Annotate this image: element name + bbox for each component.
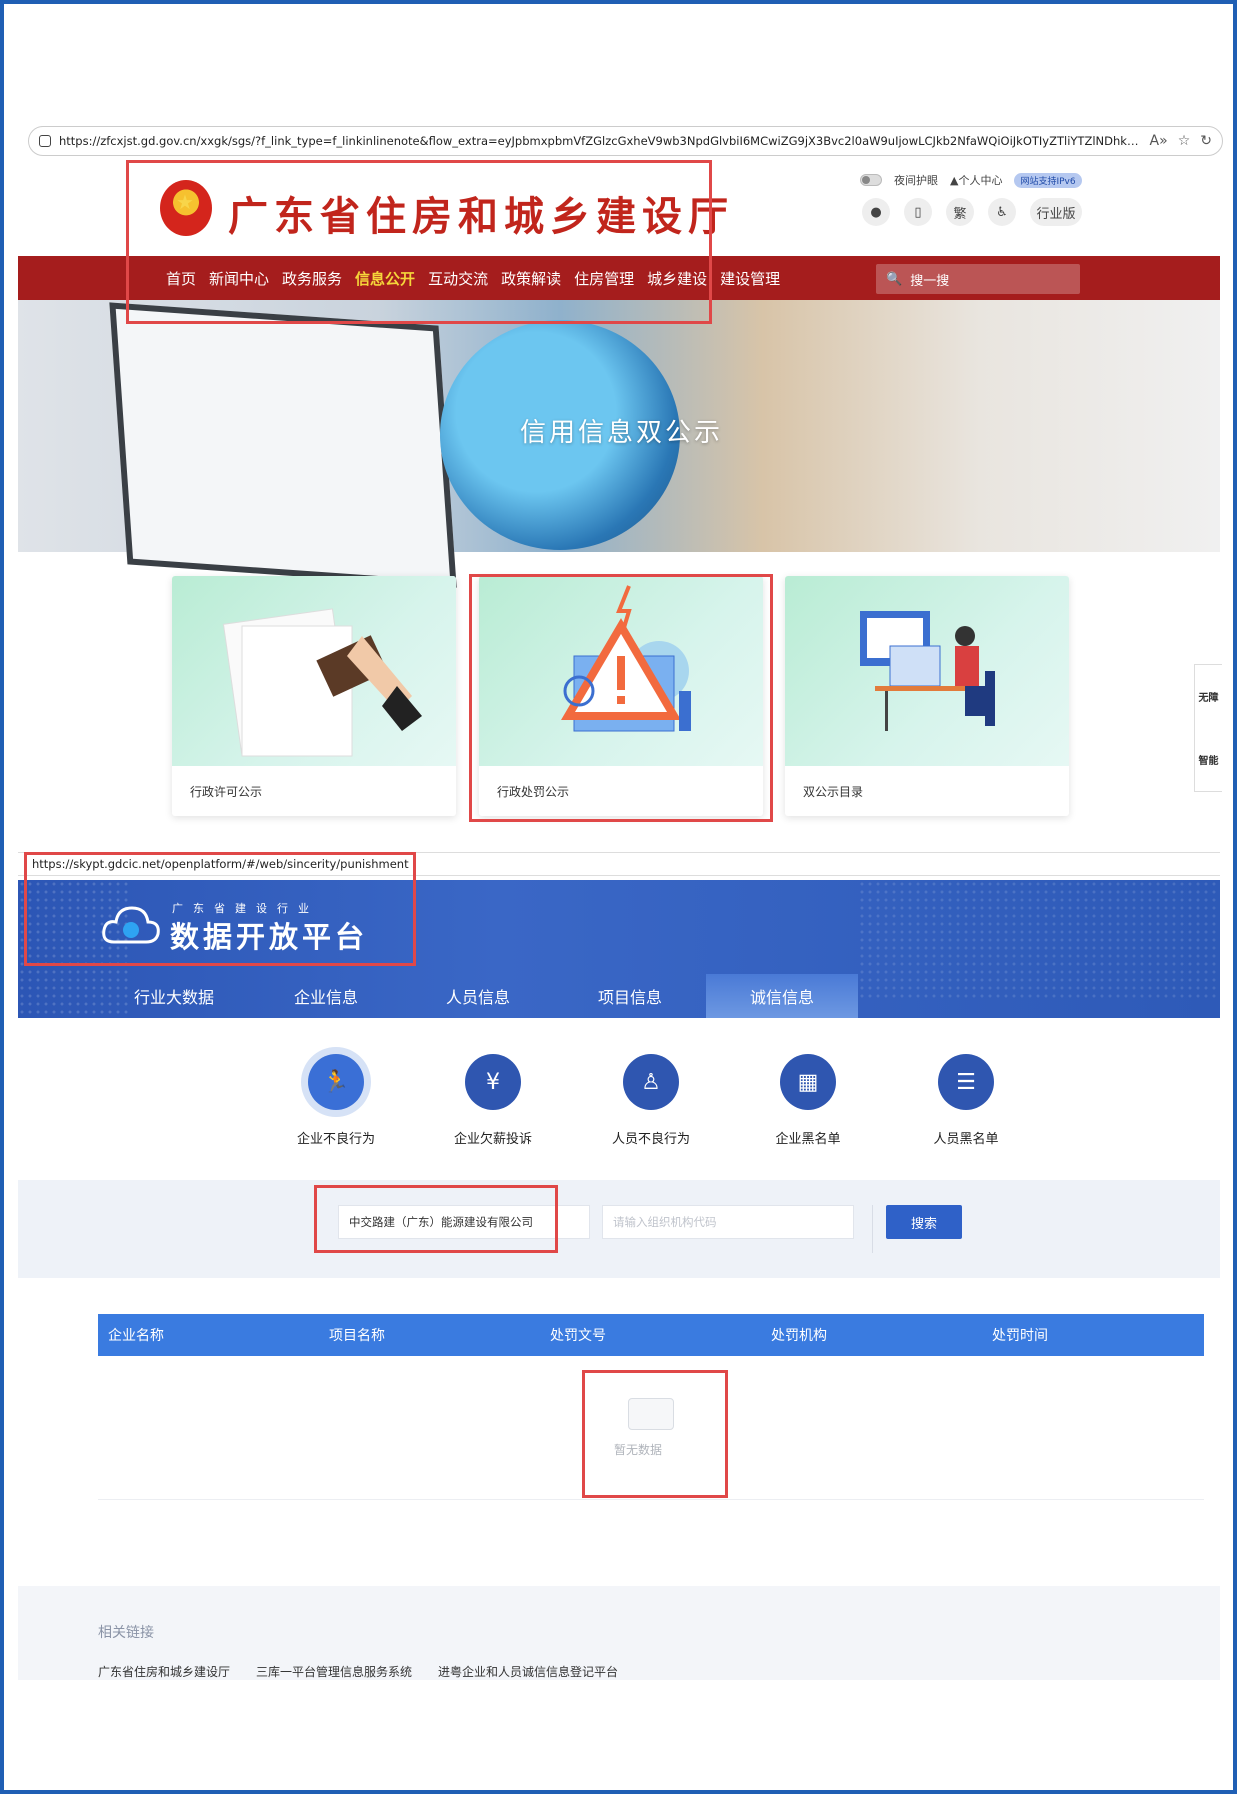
national-emblem-logo xyxy=(160,180,212,236)
table-bottom-divider xyxy=(98,1499,1204,1500)
gov-utility-buttons: ● ▯ 繁 ♿ 行业版 xyxy=(862,198,1082,226)
card-admin-license[interactable]: 行政许可公示 xyxy=(172,576,456,816)
tab-project-info[interactable]: 项目信息 xyxy=(554,974,706,1018)
platform-title: 数据开放平台 xyxy=(170,920,369,954)
url-text-1: https://zfcxjst.gd.gov.cn/xxgk/sgs/?f_li… xyxy=(59,134,1140,148)
address-bar-2[interactable]: https://skypt.gdcic.net/openplatform/#/w… xyxy=(18,852,1220,876)
ipv6-badge: 网站支持IPv6 xyxy=(1014,172,1082,188)
nav-news[interactable]: 新闻中心 xyxy=(209,268,269,289)
nav-construction[interactable]: 建设管理 xyxy=(720,268,780,289)
nav-services[interactable]: 政务服务 xyxy=(282,268,342,289)
refresh-icon[interactable]: ↻ xyxy=(1200,133,1212,149)
nav-urban-rural[interactable]: 城乡建设 xyxy=(647,268,707,289)
building-block-icon: ▦ xyxy=(780,1054,836,1110)
empty-inbox-icon xyxy=(628,1398,674,1430)
footer-links: 广东省住房和城乡建设厅 三库一平台管理信息服务系统 进粤企业和人员诚信信息登记平… xyxy=(98,1663,618,1680)
tab-industry-data[interactable]: 行业大数据 xyxy=(98,974,250,1018)
traditional-chinese-button[interactable]: 繁 xyxy=(946,198,974,226)
floating-side-toolbar: 无障 智能 xyxy=(1194,664,1222,792)
company-name-input[interactable]: 中交路建（广东）能源建设有限公司 xyxy=(338,1205,590,1239)
card-admin-penalty[interactable]: 行政处罚公示 xyxy=(479,576,763,816)
category-label: 企业不良行为 xyxy=(296,1132,375,1147)
col-company-name: 企业名称 xyxy=(108,1328,164,1344)
nav-interaction[interactable]: 互动交流 xyxy=(428,268,488,289)
category-label: 人员不良行为 xyxy=(611,1132,690,1147)
col-project-name: 项目名称 xyxy=(329,1328,385,1344)
accessibility-icon[interactable]: ♿ xyxy=(988,198,1016,226)
gov-search-input[interactable]: 🔍 搜一搜 xyxy=(876,264,1080,294)
org-code-input[interactable]: 请输入组织机构代码 xyxy=(602,1205,854,1239)
catalog-desk-illustration xyxy=(785,576,1069,766)
category-label: 企业黑名单 xyxy=(775,1132,841,1147)
penalty-warning-illustration xyxy=(479,576,763,766)
category-personnel-misconduct[interactable]: ♙ 人员不良行为 xyxy=(591,1054,711,1147)
industry-version-button[interactable]: 行业版 xyxy=(1030,198,1082,226)
url-text-2: https://skypt.gdcic.net/openplatform/#/w… xyxy=(32,857,409,871)
wechat-icon[interactable]: ● xyxy=(862,198,890,226)
night-mode-toggle[interactable] xyxy=(860,174,882,186)
empty-state-text: 暂无数据 xyxy=(614,1443,663,1457)
search-divider xyxy=(872,1205,873,1253)
read-aloud-icon[interactable]: A» xyxy=(1150,133,1168,149)
category-enterprise-blacklist[interactable]: ▦ 企业黑名单 xyxy=(748,1054,868,1147)
search-icon: 🔍 xyxy=(886,271,903,287)
mobile-icon[interactable]: ▯ xyxy=(904,198,932,226)
license-stamp-illustration xyxy=(172,576,456,766)
category-personnel-blacklist[interactable]: ☰ 人员黑名单 xyxy=(906,1054,1026,1147)
card-label: 双公示目录 xyxy=(803,784,864,799)
nav-home[interactable]: 首页 xyxy=(166,268,196,289)
card-double-catalog[interactable]: 双公示目录 xyxy=(785,576,1069,816)
person-block-icon: ♙ xyxy=(623,1054,679,1110)
night-mode-label[interactable]: 夜间护眼 xyxy=(894,172,938,188)
platform-nav: 行业大数据 企业信息 人员信息 项目信息 诚信信息 xyxy=(98,974,858,1018)
footer-link-housing-dept[interactable]: 广东省住房和城乡建设厅 xyxy=(98,1663,230,1680)
category-label: 企业欠薪投诉 xyxy=(453,1132,532,1147)
nav-info-disclosure[interactable]: 信息公开 xyxy=(355,268,415,289)
money-bag-icon: ¥ xyxy=(465,1054,521,1110)
gov-utility-bar: 夜间护眼 ▲个人中心 网站支持IPv6 xyxy=(860,172,1082,188)
accessibility-side-button[interactable]: 无障 xyxy=(1199,689,1219,704)
col-penalty-time: 处罚时间 xyxy=(992,1328,1048,1344)
category-wage-complaint[interactable]: ¥ 企业欠薪投诉 xyxy=(433,1054,553,1147)
smart-assistant-side-button[interactable]: 智能 xyxy=(1199,752,1219,767)
nav-policy[interactable]: 政策解读 xyxy=(501,268,561,289)
category-enterprise-misconduct[interactable]: 🏃 企业不良行为 xyxy=(276,1054,396,1147)
browser-toolbar: A» ☆ ↻ xyxy=(1140,133,1222,149)
banner-title: 信用信息双公示 xyxy=(520,418,724,448)
cloud-logo-icon xyxy=(102,906,160,944)
col-penalty-authority: 处罚机构 xyxy=(771,1328,827,1344)
search-button[interactable]: 搜索 xyxy=(886,1205,962,1239)
category-label: 人员黑名单 xyxy=(933,1132,999,1147)
address-bar-1[interactable]: https://zfcxjst.gd.gov.cn/xxgk/sgs/?f_li… xyxy=(28,126,1223,156)
annotation-box-empty-result xyxy=(582,1370,728,1498)
header-map-pattern xyxy=(858,880,1218,1000)
nav-housing[interactable]: 住房管理 xyxy=(574,268,634,289)
penalty-table-header: 企业名称 项目名称 处罚文号 处罚机构 处罚时间 xyxy=(98,1314,1204,1356)
footer-link-three-libraries[interactable]: 三库一平台管理信息服务系统 xyxy=(256,1663,412,1680)
footer-title: 相关链接 xyxy=(98,1625,154,1641)
tab-enterprise-info[interactable]: 企业信息 xyxy=(250,974,402,1018)
personal-center-label: 个人中心 xyxy=(958,174,1003,187)
card-label: 行政许可公示 xyxy=(190,784,263,799)
gov-site-title: 广东省住房和城乡建设厅 xyxy=(228,193,734,240)
col-penalty-number: 处罚文号 xyxy=(550,1328,606,1344)
running-person-icon: 🏃 xyxy=(308,1054,364,1110)
tab-credit-info[interactable]: 诚信信息 xyxy=(706,974,858,1018)
person-list-icon: ☰ xyxy=(938,1054,994,1110)
banner-monitor-graphic xyxy=(109,302,457,588)
card-label: 行政处罚公示 xyxy=(497,784,570,799)
favorite-star-icon[interactable]: ☆ xyxy=(1178,133,1191,149)
gov-search-placeholder: 搜一搜 xyxy=(910,273,950,289)
lock-icon xyxy=(39,135,51,147)
personal-center-link[interactable]: ▲个人中心 xyxy=(950,172,1002,188)
footer-link-credit-registry[interactable]: 进粤企业和人员诚信信息登记平台 xyxy=(438,1663,618,1680)
tab-personnel-info[interactable]: 人员信息 xyxy=(402,974,554,1018)
